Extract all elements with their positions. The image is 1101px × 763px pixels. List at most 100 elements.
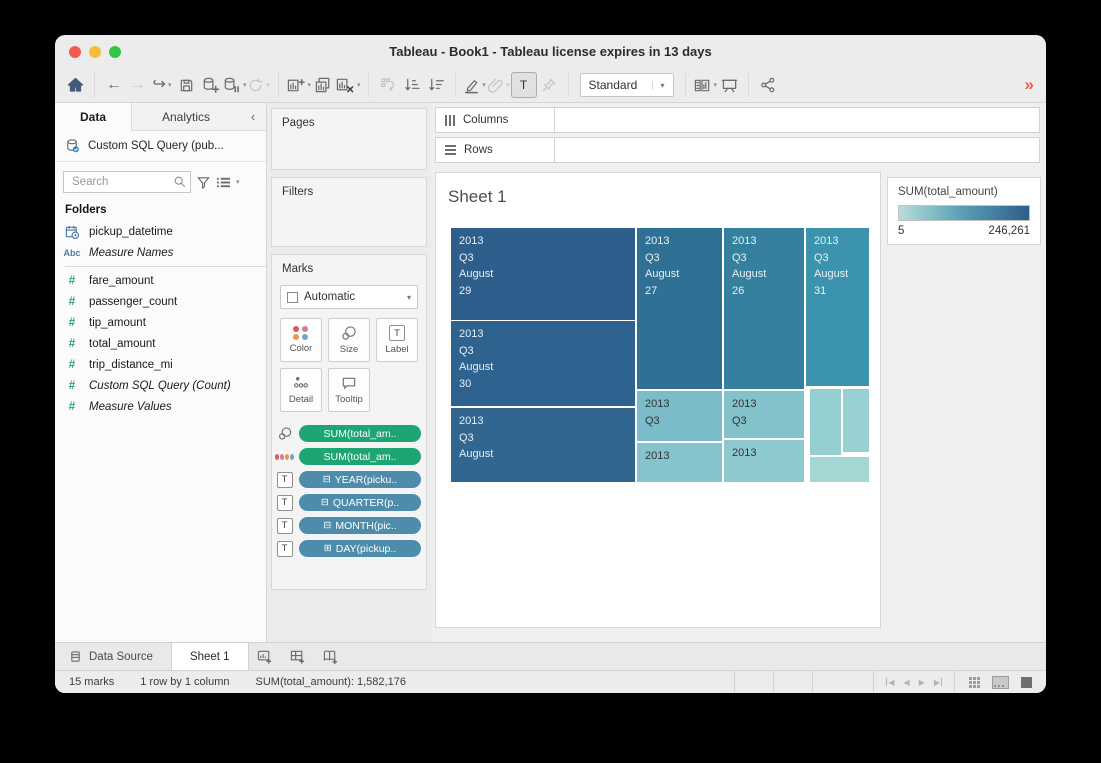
field-divider bbox=[65, 266, 266, 267]
filters-card[interactable]: Filters bbox=[271, 177, 427, 247]
show-mark-labels-toggle[interactable]: T bbox=[511, 72, 537, 98]
treemap-cell[interactable] bbox=[810, 389, 841, 455]
treemap-cell[interactable]: 2013Q3August27 bbox=[637, 228, 722, 389]
new-story-tab-button[interactable] bbox=[315, 643, 348, 671]
new-dashboard-tab-button[interactable] bbox=[282, 643, 315, 671]
view-as-list-button[interactable]: ▾ bbox=[216, 176, 240, 189]
label-button[interactable]: T Label bbox=[376, 318, 418, 362]
field-sql-count[interactable]: # Custom SQL Query (Count) bbox=[55, 375, 266, 396]
fit-view-select[interactable]: Standard ▾ bbox=[580, 73, 674, 97]
show-sheet-tabs-icon[interactable] bbox=[969, 677, 980, 688]
zoom-window-button[interactable] bbox=[109, 46, 121, 58]
search-input[interactable] bbox=[63, 171, 191, 193]
pill-day-pickup[interactable]: ⊞DAY(pickup.. bbox=[299, 540, 421, 557]
datasource-item[interactable]: Custom SQL Query (pub... bbox=[55, 131, 266, 162]
marks-pills: SUM(total_am.. SUM(total_am.. T ⊟YEAR(pi… bbox=[275, 422, 423, 560]
field-label: trip_distance_mi bbox=[89, 359, 173, 371]
collapse-pane-button[interactable]: ‹ bbox=[240, 103, 266, 131]
treemap-cell[interactable]: 2013Q3August29 bbox=[451, 228, 635, 320]
sort-ascending-button[interactable] bbox=[400, 72, 424, 98]
label-label: Label bbox=[385, 344, 408, 355]
home-icon[interactable] bbox=[63, 72, 87, 98]
share-button[interactable] bbox=[756, 72, 780, 98]
treemap-cell-label: 27 bbox=[645, 283, 718, 300]
field-trip-distance[interactable]: # trip_distance_mi bbox=[55, 354, 266, 375]
treemap-cell[interactable]: 2013Q3 bbox=[724, 391, 804, 438]
field-total-amount[interactable]: # total_amount bbox=[55, 333, 266, 354]
save-button[interactable] bbox=[174, 72, 198, 98]
field-label: Custom SQL Query (Count) bbox=[89, 380, 231, 392]
treemap-cell[interactable]: 2013Q3August bbox=[451, 408, 635, 482]
previous-page-icon[interactable]: ◀ bbox=[904, 678, 910, 687]
detail-button[interactable]: Detail bbox=[280, 368, 322, 412]
full-view-icon[interactable] bbox=[1021, 677, 1032, 688]
tab-sheet1[interactable]: Sheet 1 bbox=[171, 643, 249, 671]
legend-min: 5 bbox=[898, 225, 904, 237]
new-worksheet-button[interactable]: ▾ bbox=[286, 72, 312, 98]
presentation-mode-button[interactable] bbox=[717, 72, 741, 98]
treemap-cell[interactable]: 2013Q3August30 bbox=[451, 321, 635, 406]
pill-month-pickup[interactable]: ⊟MONTH(pic.. bbox=[299, 517, 421, 534]
duplicate-sheet-button[interactable] bbox=[311, 72, 335, 98]
fit-view-value: Standard bbox=[581, 78, 652, 92]
redo-button: → bbox=[126, 72, 150, 98]
new-data-source-button[interactable] bbox=[198, 72, 222, 98]
treemap-cell-label: 2013 bbox=[814, 233, 865, 250]
field-measure-names[interactable]: Abc Measure Names bbox=[55, 242, 266, 263]
tab-data-source[interactable]: Data Source bbox=[55, 643, 171, 671]
filter-funnel-icon[interactable] bbox=[196, 175, 211, 190]
last-page-icon[interactable]: ▶ bbox=[934, 678, 942, 687]
field-label: total_amount bbox=[89, 338, 156, 350]
rows-shelf[interactable] bbox=[555, 137, 1040, 163]
pill-quarter-pickup[interactable]: ⊟QUARTER(p.. bbox=[299, 494, 421, 511]
treemap-cell-label: 2013 bbox=[732, 445, 800, 462]
show-me-button[interactable]: ▾ bbox=[693, 72, 718, 98]
new-worksheet-tab-button[interactable] bbox=[249, 643, 282, 671]
field-measure-values[interactable]: # Measure Values bbox=[55, 396, 266, 417]
treemap-cell-label: Q3 bbox=[459, 430, 631, 447]
clear-sheet-button[interactable]: ▾ bbox=[335, 72, 361, 98]
highlight-button[interactable]: ▾ bbox=[463, 72, 487, 98]
first-page-icon[interactable]: ◀ bbox=[886, 678, 894, 687]
minimize-window-button[interactable] bbox=[89, 46, 101, 58]
field-pickup-datetime[interactable]: pickup_datetime bbox=[55, 221, 266, 242]
treemap-cell[interactable]: 2013Q3August31 bbox=[806, 228, 869, 386]
color-legend[interactable]: SUM(total_amount) 5 246,261 bbox=[887, 177, 1041, 245]
tab-analytics[interactable]: Analytics bbox=[132, 103, 240, 131]
field-tip-amount[interactable]: # tip_amount bbox=[55, 312, 266, 333]
tooltip-button[interactable]: Tooltip bbox=[328, 368, 370, 412]
color-button[interactable]: Color bbox=[280, 318, 322, 362]
toolbar-overflow-button[interactable]: » bbox=[1025, 75, 1038, 95]
sort-descending-button[interactable] bbox=[424, 72, 448, 98]
tab-data[interactable]: Data bbox=[55, 103, 132, 131]
treemap-cell[interactable] bbox=[810, 457, 869, 482]
size-button[interactable]: Size bbox=[328, 318, 370, 362]
columns-shelf[interactable] bbox=[555, 107, 1040, 133]
treemap-cell-label: August bbox=[459, 266, 631, 283]
treemap-cell[interactable]: 2013 bbox=[637, 443, 722, 482]
replay-button[interactable]: ↪▾ bbox=[150, 72, 174, 98]
close-window-button[interactable] bbox=[69, 46, 81, 58]
pages-card[interactable]: Pages bbox=[271, 108, 427, 170]
treemap-cell[interactable]: 2013Q3August26 bbox=[724, 228, 804, 389]
pause-auto-updates-button[interactable]: ▾ bbox=[222, 72, 247, 98]
treemap-cell[interactable]: 2013Q3 bbox=[637, 391, 722, 441]
rows-shelf-row: Rows bbox=[435, 137, 1040, 163]
field-fare-amount[interactable]: # fare_amount bbox=[55, 270, 266, 291]
treemap-cell-label: August bbox=[814, 266, 865, 283]
filmstrip-view-icon[interactable] bbox=[992, 676, 1009, 689]
pill-year-pickup[interactable]: ⊟YEAR(picku.. bbox=[299, 471, 421, 488]
field-passenger-count[interactable]: # passenger_count bbox=[55, 291, 266, 312]
mark-type-select[interactable]: Automatic ▾ bbox=[280, 285, 418, 309]
undo-button[interactable]: ← bbox=[102, 72, 126, 98]
number-icon: # bbox=[55, 275, 89, 287]
treemap-cell-label: 2013 bbox=[459, 326, 631, 343]
pill-sum-total-amount-color[interactable]: SUM(total_am.. bbox=[299, 448, 421, 465]
toolbar-separator bbox=[455, 73, 456, 97]
treemap-cell[interactable]: 2013 bbox=[724, 440, 804, 482]
sheet-title: Sheet 1 bbox=[448, 187, 507, 207]
pill-sum-total-amount-size[interactable]: SUM(total_am.. bbox=[299, 425, 421, 442]
next-page-icon[interactable]: ▶ bbox=[919, 678, 925, 687]
field-label: fare_amount bbox=[89, 275, 154, 287]
treemap-cell[interactable] bbox=[843, 389, 869, 452]
